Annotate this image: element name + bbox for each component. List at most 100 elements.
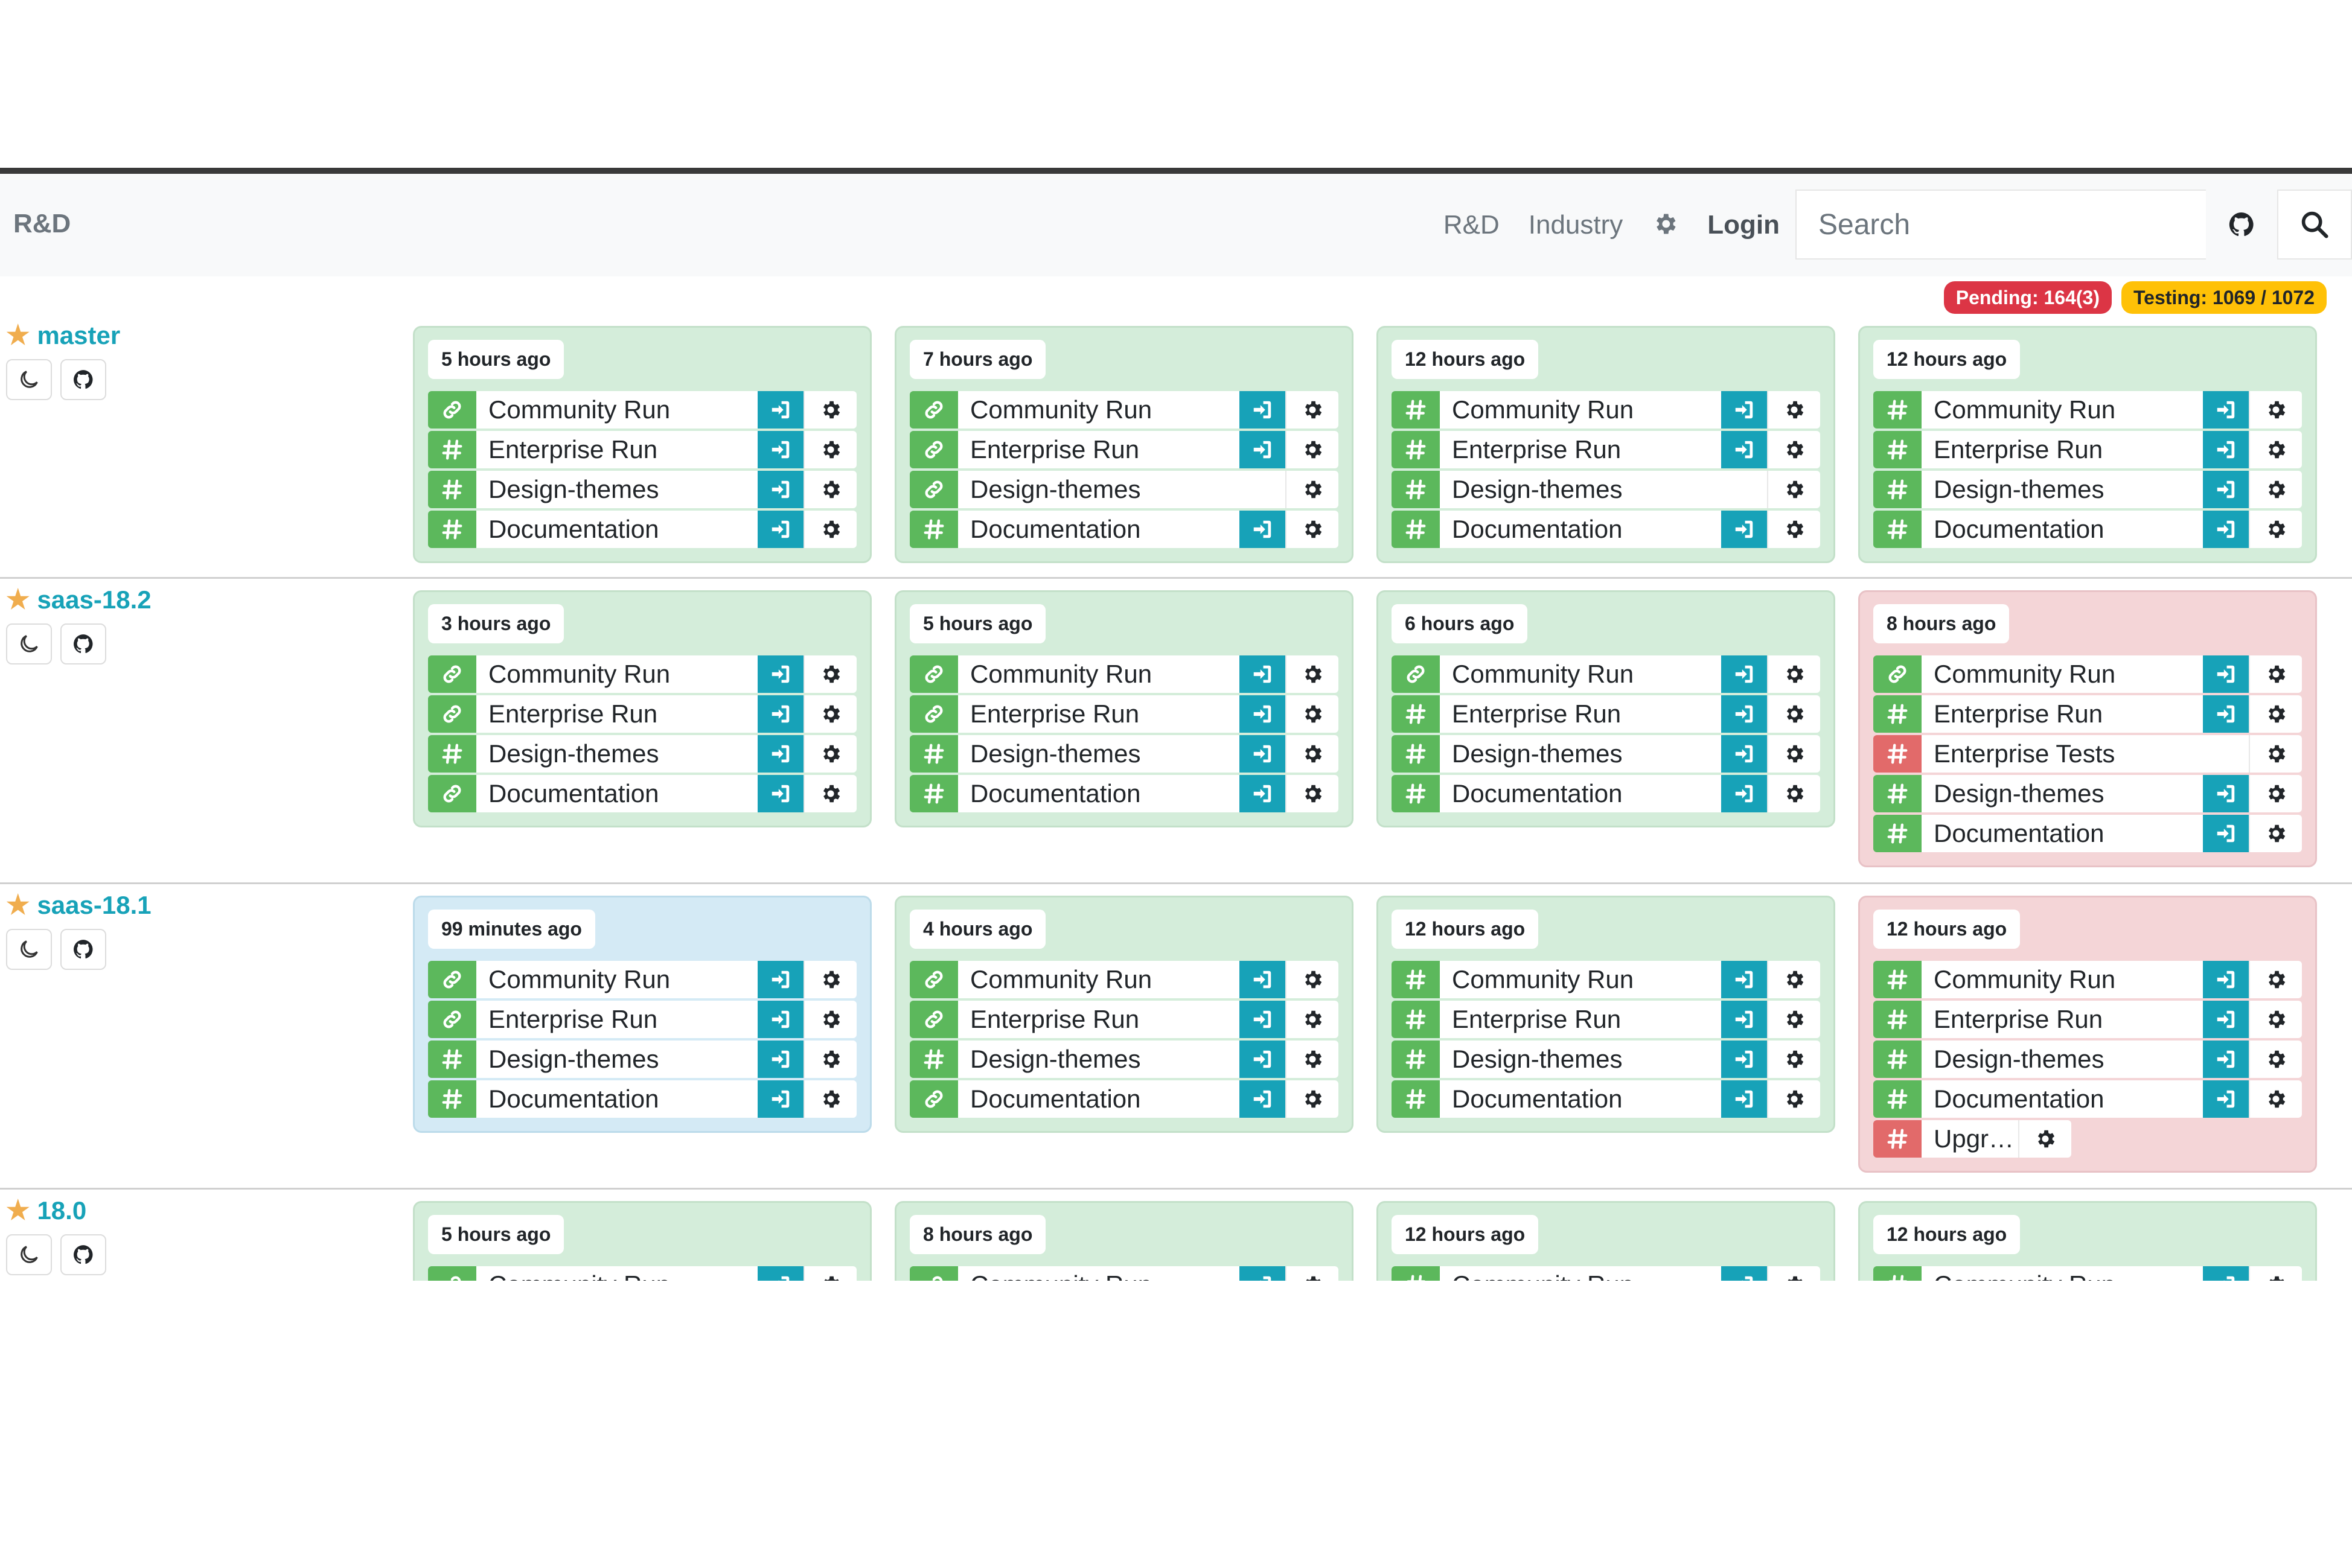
- sign-in-icon[interactable]: [2203, 1001, 2249, 1038]
- batch-date[interactable]: 5 hours ago: [428, 1215, 564, 1254]
- gear-icon[interactable]: [1767, 1041, 1820, 1078]
- sign-in-icon[interactable]: [1239, 1041, 1285, 1078]
- sign-in-icon[interactable]: [2203, 1080, 2249, 1118]
- sign-in-icon[interactable]: [1239, 961, 1285, 998]
- build-name[interactable]: Community Run: [476, 961, 758, 998]
- link-icon[interactable]: [910, 1001, 958, 1038]
- build-name[interactable]: Enterprise Run: [476, 431, 758, 468]
- build-name[interactable]: Documentation: [1922, 815, 2203, 852]
- batch-date[interactable]: 6 hours ago: [1392, 604, 1528, 643]
- gear-icon[interactable]: [1767, 961, 1820, 998]
- gear-icon[interactable]: [1767, 655, 1820, 693]
- hash-icon[interactable]: [1392, 775, 1440, 812]
- sign-in-icon[interactable]: [1239, 1080, 1285, 1118]
- sign-in-icon[interactable]: [1721, 735, 1767, 773]
- sign-in-icon[interactable]: [1721, 961, 1767, 998]
- gear-icon[interactable]: [804, 775, 857, 812]
- link-icon[interactable]: [428, 1266, 476, 1281]
- gear-icon[interactable]: [2249, 1080, 2302, 1118]
- sign-in-icon[interactable]: [1721, 511, 1767, 548]
- gear-icon[interactable]: [1285, 655, 1338, 693]
- gear-icon[interactable]: [804, 511, 857, 548]
- hash-icon[interactable]: [1873, 961, 1922, 998]
- sign-in-icon[interactable]: [1239, 655, 1285, 693]
- build-name[interactable]: Enterprise Run: [476, 695, 758, 733]
- build-name[interactable]: Documentation: [1922, 1080, 2203, 1118]
- hash-icon[interactable]: [428, 1080, 476, 1118]
- build-name[interactable]: Documentation: [1440, 775, 1721, 812]
- sign-in-icon[interactable]: [2203, 775, 2249, 812]
- batch-date[interactable]: 5 hours ago: [910, 604, 1046, 643]
- build-name[interactable]: Documentation: [1440, 1080, 1721, 1118]
- sign-in-icon[interactable]: [1721, 431, 1767, 468]
- hash-icon[interactable]: [1873, 1041, 1922, 1078]
- batch-date[interactable]: 12 hours ago: [1873, 910, 2021, 949]
- hash-icon[interactable]: [1873, 815, 1922, 852]
- build-name[interactable]: Enterprise Run: [958, 1001, 1239, 1038]
- gear-icon[interactable]: [1767, 775, 1820, 812]
- build-name[interactable]: Design-themes: [958, 735, 1239, 773]
- link-icon[interactable]: [428, 775, 476, 812]
- sign-in-icon[interactable]: [2203, 695, 2249, 733]
- build-name[interactable]: Design-themes: [1922, 775, 2203, 812]
- hash-icon[interactable]: [1873, 1120, 1922, 1158]
- star-icon[interactable]: ★: [6, 1195, 30, 1226]
- gear-icon[interactable]: [1767, 735, 1820, 773]
- gear-icon[interactable]: [1767, 511, 1820, 548]
- branch-name-link[interactable]: master: [37, 321, 120, 350]
- sign-in-icon[interactable]: [758, 1266, 804, 1281]
- gear-icon[interactable]: [1285, 735, 1338, 773]
- hash-icon[interactable]: [1392, 961, 1440, 998]
- batch-date[interactable]: 8 hours ago: [1873, 604, 2010, 643]
- hash-icon[interactable]: [1392, 511, 1440, 548]
- github-icon[interactable]: [60, 929, 106, 970]
- sign-in-icon[interactable]: [758, 1080, 804, 1118]
- build-name[interactable]: Documentation: [958, 1080, 1239, 1118]
- build-name[interactable]: Community Run: [1922, 961, 2203, 998]
- link-icon[interactable]: [910, 431, 958, 468]
- hash-icon[interactable]: [1392, 1001, 1440, 1038]
- github-icon[interactable]: [60, 623, 106, 664]
- gear-icon[interactable]: [2249, 431, 2302, 468]
- github-icon[interactable]: [60, 359, 106, 400]
- batch-date[interactable]: 3 hours ago: [428, 604, 564, 643]
- hash-icon[interactable]: [1392, 695, 1440, 733]
- hash-icon[interactable]: [1873, 1080, 1922, 1118]
- gear-icon[interactable]: [2249, 1266, 2302, 1281]
- build-name[interactable]: Community Run: [1440, 961, 1721, 998]
- build-name[interactable]: Upgr…: [1922, 1120, 2018, 1158]
- hash-icon[interactable]: [1873, 391, 1922, 429]
- build-name[interactable]: Enterprise Run: [1440, 695, 1721, 733]
- gear-icon[interactable]: [1767, 431, 1820, 468]
- build-name[interactable]: Community Run: [958, 391, 1239, 429]
- gear-icon[interactable]: [2249, 511, 2302, 548]
- build-name[interactable]: Enterprise Run: [958, 695, 1239, 733]
- gear-icon[interactable]: [2249, 1001, 2302, 1038]
- gear-icon[interactable]: [1285, 1266, 1338, 1281]
- build-name[interactable]: Design-themes: [1922, 471, 2203, 508]
- star-icon[interactable]: ★: [6, 320, 30, 351]
- sign-in-icon[interactable]: [2203, 655, 2249, 693]
- hash-icon[interactable]: [1392, 735, 1440, 773]
- hash-icon[interactable]: [428, 471, 476, 508]
- build-name[interactable]: Documentation: [476, 775, 758, 812]
- sign-in-icon[interactable]: [2203, 1041, 2249, 1078]
- build-name[interactable]: Documentation: [1922, 511, 2203, 548]
- sign-in-icon[interactable]: [758, 735, 804, 773]
- sign-in-icon[interactable]: [1721, 1041, 1767, 1078]
- build-name[interactable]: Community Run: [1922, 655, 2203, 693]
- gear-icon[interactable]: [2249, 815, 2302, 852]
- build-name[interactable]: Documentation: [958, 511, 1239, 548]
- batch-date[interactable]: 12 hours ago: [1392, 340, 1539, 379]
- hash-icon[interactable]: [1873, 735, 1922, 773]
- sign-in-icon[interactable]: [1239, 695, 1285, 733]
- build-name[interactable]: Community Run: [1440, 391, 1721, 429]
- hash-icon[interactable]: [428, 511, 476, 548]
- batch-date[interactable]: 12 hours ago: [1392, 1215, 1539, 1254]
- hash-icon[interactable]: [1392, 391, 1440, 429]
- build-name[interactable]: Enterprise Run: [1922, 431, 2203, 468]
- sign-in-icon[interactable]: [758, 695, 804, 733]
- sign-in-icon[interactable]: [2203, 815, 2249, 852]
- sign-in-icon[interactable]: [1721, 1080, 1767, 1118]
- link-icon[interactable]: [910, 655, 958, 693]
